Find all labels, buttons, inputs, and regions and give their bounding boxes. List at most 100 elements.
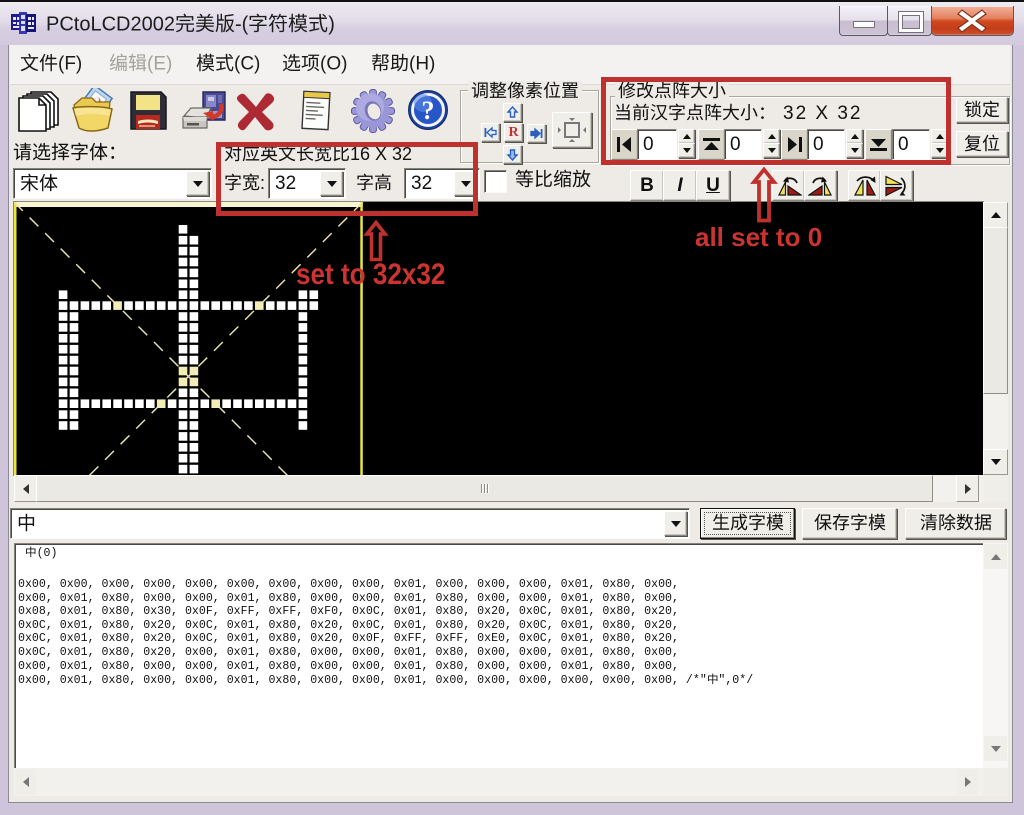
cjk-glyph xyxy=(758,103,776,121)
bold-button-label: B xyxy=(640,175,654,197)
font-combo-arrow[interactable] xyxy=(186,171,209,196)
output-scroll-left-button[interactable] xyxy=(14,768,37,796)
char-width-combo[interactable]: 32 xyxy=(268,168,346,199)
right-edge-value[interactable]: 0 xyxy=(807,129,845,160)
minimize-button[interactable] xyxy=(839,6,888,36)
italic-button-label: I xyxy=(677,175,682,197)
delete-button[interactable] xyxy=(234,88,278,133)
spin-down-button[interactable] xyxy=(678,143,695,158)
menu-file[interactable]: (F) xyxy=(20,53,82,76)
open-file-button[interactable] xyxy=(72,88,116,133)
scroll-left-button[interactable] xyxy=(14,475,37,502)
underline-button[interactable]: U xyxy=(696,170,730,201)
cjk-glyph xyxy=(242,144,260,162)
flip-horizontal-button[interactable] xyxy=(848,170,881,201)
cjk-glyph xyxy=(650,103,668,121)
proportional-scale-checkbox[interactable] xyxy=(484,170,507,193)
canvas-horizontal-scrollbar[interactable] xyxy=(14,475,983,502)
spin-up-button[interactable] xyxy=(678,129,695,144)
rotate-left-button[interactable] xyxy=(772,170,805,201)
spin-down-button[interactable] xyxy=(931,143,948,158)
spin-up-icon xyxy=(768,134,776,139)
spin-down-button[interactable] xyxy=(846,143,863,158)
output-scroll-up-button[interactable] xyxy=(983,543,1008,570)
move-right-button[interactable] xyxy=(527,124,546,143)
scroll-up-button[interactable] xyxy=(983,202,1008,228)
output-header: (0) xyxy=(18,546,57,560)
reset-button[interactable] xyxy=(956,131,1008,157)
bold-button[interactable]: B xyxy=(630,170,664,201)
rotate-r-button[interactable]: R xyxy=(504,123,523,142)
close-button[interactable] xyxy=(931,6,1014,36)
spin-up-button[interactable] xyxy=(846,129,863,144)
right-edge-spin-icon-button[interactable] xyxy=(781,129,808,160)
italic-button[interactable]: I xyxy=(663,170,697,201)
scroll-down-button[interactable] xyxy=(983,449,1008,475)
cjk-glyph xyxy=(974,513,992,531)
menu-edit[interactable]: (E) xyxy=(109,53,172,76)
spin-up-button[interactable] xyxy=(931,129,948,144)
output-horizontal-scrollbar[interactable] xyxy=(14,768,983,796)
bottom-edge-spin-icon-button[interactable] xyxy=(865,129,892,160)
char-combo[interactable] xyxy=(10,508,690,539)
canvas-vscroll-thumb[interactable] xyxy=(983,227,1008,394)
font-combo[interactable] xyxy=(13,168,212,199)
canvas-hscroll-thumb[interactable] xyxy=(36,475,933,502)
char-width-combo-arrow[interactable] xyxy=(320,171,343,196)
new-file-button[interactable] xyxy=(17,88,61,133)
move-left-button[interactable] xyxy=(481,123,500,142)
lock-button[interactable] xyxy=(956,97,1008,123)
top-edge-spinner[interactable] xyxy=(763,129,780,158)
flip-vertical-button[interactable] xyxy=(880,170,913,201)
center-button[interactable] xyxy=(552,112,592,148)
cjk-glyph xyxy=(964,134,982,152)
pixel-position-legend xyxy=(468,81,582,102)
spin-up-button[interactable] xyxy=(763,129,780,144)
top-edge-spin-icon-button[interactable] xyxy=(698,129,725,160)
top-edge-value[interactable]: 0 xyxy=(724,129,762,160)
spin-down-button[interactable] xyxy=(763,143,780,158)
char-height-combo[interactable]: 32 xyxy=(404,168,480,199)
move-down-button[interactable] xyxy=(503,145,522,164)
left-edge-value[interactable]: 0 xyxy=(637,129,677,160)
top-edge-value-text: 0 xyxy=(730,134,741,156)
canvas-vertical-scrollbar[interactable] xyxy=(983,202,1008,475)
cjk-glyph xyxy=(25,546,37,558)
bottom-edge-value[interactable]: 0 xyxy=(892,129,930,160)
scroll-left-icon xyxy=(23,484,29,494)
char-height-combo-arrow[interactable] xyxy=(454,171,477,196)
clear-button[interactable] xyxy=(905,508,1006,539)
cjk-glyph xyxy=(618,81,636,99)
output-vertical-scrollbar[interactable] xyxy=(983,543,1008,768)
menu-options[interactable]: (O) xyxy=(282,53,347,76)
output-scroll-down-button[interactable] xyxy=(983,735,1008,762)
left-edge-spinner[interactable] xyxy=(678,129,695,158)
bottom-edge-spinner[interactable] xyxy=(931,129,948,158)
cjk-glyph xyxy=(196,53,215,72)
output-textarea[interactable]: (0) 0x00, 0x00, 0x00, 0x00, 0x00, 0x00, … xyxy=(14,543,985,770)
right-edge-spinner[interactable] xyxy=(846,129,863,158)
underline-button-label: U xyxy=(706,175,720,197)
char-combo-arrow[interactable] xyxy=(664,511,687,536)
settings-button[interactable] xyxy=(351,88,395,133)
save-fontdata-button[interactable] xyxy=(802,508,897,539)
menu-help[interactable]: (H) xyxy=(371,53,435,76)
rotate-right-button[interactable] xyxy=(804,170,837,201)
down-arrow-icon xyxy=(506,148,519,161)
grip-line xyxy=(481,484,482,493)
maximize-button[interactable] xyxy=(887,6,932,36)
output-scroll-right-button[interactable] xyxy=(956,768,979,796)
menu-mode[interactable]: (C) xyxy=(196,53,260,76)
save-as-button[interactable] xyxy=(181,88,225,133)
help-button[interactable]: ? xyxy=(406,88,450,133)
notes-button[interactable] xyxy=(296,88,340,133)
save-button[interactable] xyxy=(126,88,170,133)
minimize-icon xyxy=(853,21,875,28)
bottom-edge-value-text: 0 xyxy=(898,134,909,156)
left-edge-spin-icon-button[interactable] xyxy=(611,129,638,160)
cjk-glyph xyxy=(708,81,726,99)
glyph-canvas[interactable] xyxy=(13,201,984,476)
scroll-right-button[interactable] xyxy=(956,475,979,502)
move-up-button[interactable] xyxy=(503,103,522,122)
generate-button[interactable] xyxy=(700,508,795,539)
